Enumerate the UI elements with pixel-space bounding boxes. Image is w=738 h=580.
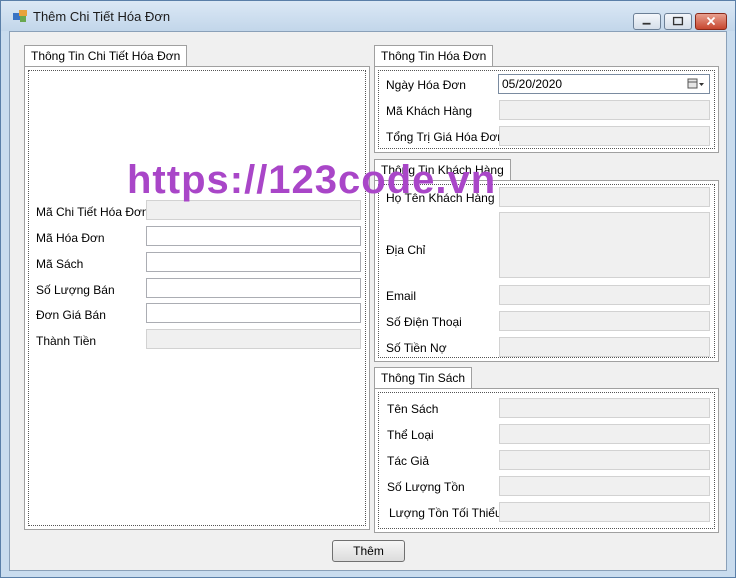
dia-chi-label: Địa Chỉ — [386, 243, 426, 257]
ngay-hoa-don-value: 05/20/2020 — [502, 77, 563, 91]
thanh-tien-field[interactable] — [146, 329, 361, 349]
tong-tri-gia-label: Tổng Trị Giá Hóa Đơn — [386, 130, 504, 144]
tong-tri-gia-field[interactable] — [499, 126, 710, 146]
minimize-icon — [642, 22, 651, 25]
don-gia-ban-label: Đơn Giá Bán — [36, 308, 106, 322]
tab-chi-tiet-hoa-don[interactable]: Thông Tin Chi Tiết Hóa Đơn — [24, 45, 188, 67]
the-loai-label: Thể Loại — [387, 428, 434, 442]
ma-hoa-don-label: Mã Hóa Đơn — [36, 231, 105, 245]
tab-sach[interactable]: Thông Tin Sách — [374, 367, 473, 389]
ho-ten-field[interactable] — [499, 187, 710, 207]
close-button[interactable] — [695, 13, 727, 30]
luong-ton-toi-thieu-field[interactable] — [499, 502, 710, 522]
minimize-button[interactable] — [633, 13, 661, 30]
calendar-dropdown-icon[interactable] — [687, 78, 705, 90]
so-tien-no-label: Số Tiền Nợ — [386, 341, 447, 355]
watermark-text: https://123code.vn — [127, 158, 497, 202]
so-dien-thoai-field[interactable] — [499, 311, 710, 331]
window-title: Thêm Chi Tiết Hóa Đơn — [33, 9, 171, 24]
hoa-don-panel: Ngày Hóa Đơn 05/20/2020 Mã Khách Hàng Tổ… — [374, 66, 719, 153]
tab-hoa-don[interactable]: Thông Tin Hóa Đơn — [374, 45, 494, 67]
so-tien-no-field[interactable] — [499, 337, 710, 357]
email-label: Email — [386, 289, 417, 303]
ten-sach-field[interactable] — [499, 398, 710, 418]
form-client-area: Thông Tin Chi Tiết Hóa Đơn Mã Chi Tiết H… — [9, 31, 727, 571]
ma-sach-label: Mã Sách — [36, 257, 84, 271]
khach-hang-panel: Họ Tên Khách Hàng Địa Chỉ Email Số Điện … — [374, 180, 719, 362]
so-luong-ton-field[interactable] — [499, 476, 710, 496]
ten-sach-label: Tên Sách — [387, 402, 439, 416]
close-icon — [706, 16, 716, 26]
so-dien-thoai-label: Số Điện Thoại — [386, 315, 462, 329]
ma-chi-tiet-field[interactable] — [146, 200, 361, 220]
luong-ton-toi-thieu-label: Lượng Tồn Tối Thiểu — [389, 506, 502, 520]
ngay-hoa-don-datepicker[interactable]: 05/20/2020 — [498, 74, 710, 94]
maximize-icon — [672, 16, 684, 26]
tac-gia-label: Tác Giả — [387, 454, 430, 468]
email-field[interactable] — [499, 285, 710, 305]
tac-gia-field[interactable] — [499, 450, 710, 470]
add-button[interactable]: Thêm — [332, 540, 405, 562]
ma-chi-tiet-label: Mã Chi Tiết Hóa Đơn — [36, 205, 149, 219]
title-bar[interactable]: Thêm Chi Tiết Hóa Đơn — [1, 1, 735, 31]
ma-khach-hang-field[interactable] — [499, 100, 710, 120]
don-gia-ban-field[interactable] — [146, 303, 361, 323]
chi-tiet-hoa-don-panel: Mã Chi Tiết Hóa Đơn Mã Hóa Đơn Mã Sách S… — [24, 66, 370, 530]
so-luong-ban-field[interactable] — [146, 278, 361, 298]
ma-khach-hang-label: Mã Khách Hàng — [386, 104, 473, 118]
ma-hoa-don-field[interactable] — [146, 226, 361, 246]
dia-chi-field[interactable] — [499, 212, 710, 278]
chi-tiet-hoa-don-group — [28, 70, 366, 526]
dialog-window: Thêm Chi Tiết Hóa Đơn Thông Tin Chi Tiết… — [0, 0, 736, 578]
so-luong-ban-label: Số Lượng Bán — [36, 283, 115, 297]
sach-panel: Tên Sách Thể Loại Tác Giả Số Lượng Tồn L… — [374, 388, 719, 533]
ngay-hoa-don-label: Ngày Hóa Đơn — [386, 78, 466, 92]
so-luong-ton-label: Số Lượng Tồn — [387, 480, 465, 494]
thanh-tien-label: Thành Tiền — [36, 334, 97, 348]
the-loai-field[interactable] — [499, 424, 710, 444]
app-form-icon — [13, 10, 27, 22]
maximize-button[interactable] — [664, 13, 692, 30]
ma-sach-field[interactable] — [146, 252, 361, 272]
